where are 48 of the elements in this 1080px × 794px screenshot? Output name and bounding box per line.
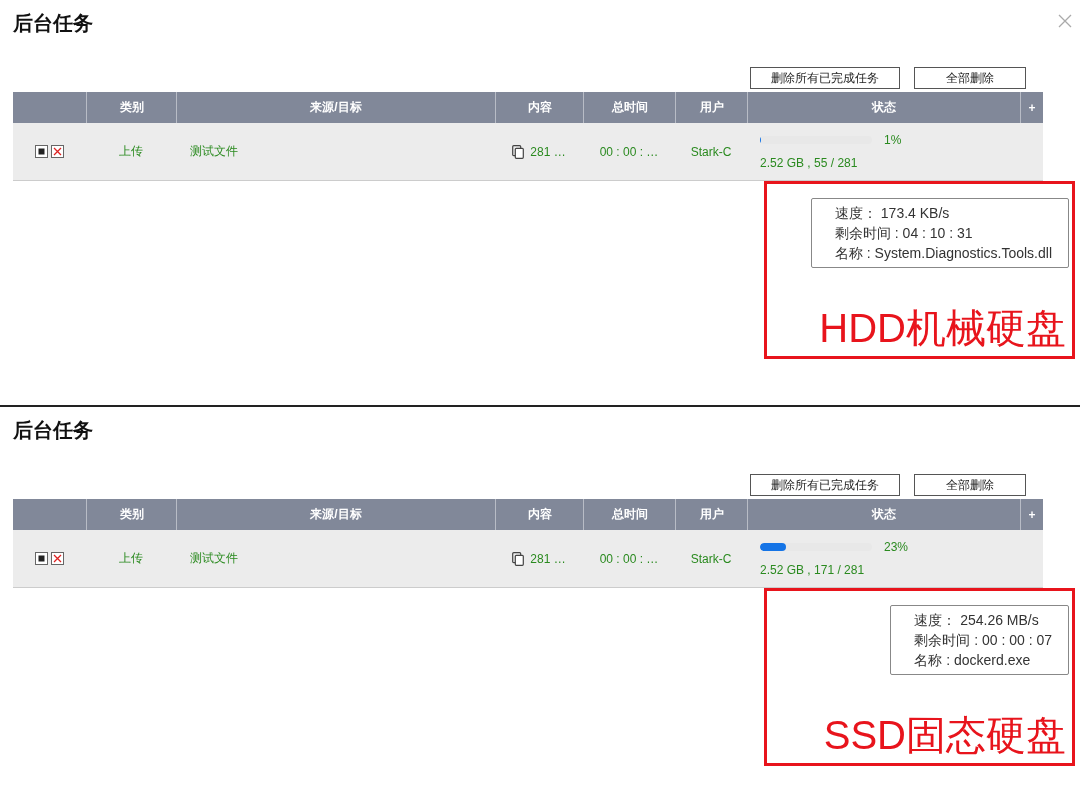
dialog-title: 后台任务 xyxy=(13,418,93,443)
delete-completed-button[interactable]: 删除所有已完成任务 xyxy=(750,67,900,89)
stop-icon[interactable] xyxy=(35,552,48,565)
column-header: 内容 xyxy=(495,499,583,530)
dialog-title: 后台任务 xyxy=(13,11,93,36)
column-header: 总时间 xyxy=(583,499,675,530)
column-header: 状态 xyxy=(747,499,1020,530)
table-cell: 上传 xyxy=(86,123,176,181)
tooltip-line: 剩余时间 : 00 : 00 : 07 xyxy=(914,631,1052,650)
stop-icon[interactable] xyxy=(35,145,48,158)
table-cell: Stark-C xyxy=(675,123,747,181)
column-header: 类别 xyxy=(86,92,176,123)
copy-icon xyxy=(512,551,525,566)
cancel-icon[interactable] xyxy=(51,552,64,565)
annotation-label: HDD机械硬盘 xyxy=(819,305,1067,352)
content-text: 281 … xyxy=(530,144,566,159)
column-header: 总时间 xyxy=(583,92,675,123)
add-column-button[interactable]: + xyxy=(1020,92,1043,123)
column-header: 来源/目标 xyxy=(176,499,495,530)
tooltip-line: 速度： 173.4 KB/s xyxy=(834,204,951,223)
table-cell: 上传 xyxy=(86,530,176,588)
table-cell: Stark-C xyxy=(675,530,747,588)
delete-all-button[interactable]: 全部删除 xyxy=(914,67,1026,89)
column-header: 用户 xyxy=(675,499,747,530)
table-cell: 00 : 00 : … xyxy=(583,123,675,181)
progress-percent: 23% xyxy=(884,540,909,554)
column-header: 来源/目标 xyxy=(176,92,495,123)
content-text: 281 … xyxy=(530,551,566,566)
add-column-button[interactable]: + xyxy=(1020,499,1043,530)
table-cell: 测试文件 xyxy=(176,530,495,588)
cancel-icon[interactable] xyxy=(51,145,64,158)
copy-icon xyxy=(512,144,525,159)
tooltip-line: 速度： 254.26 MB/s xyxy=(914,611,1040,630)
delete-completed-button[interactable]: 删除所有已完成任务 xyxy=(750,474,900,496)
tooltip-line: 剩余时间 : 04 : 10 : 31 xyxy=(834,224,974,243)
column-header: 状态 xyxy=(747,92,1020,123)
column-header: 用户 xyxy=(675,92,747,123)
progress-percent: 1% xyxy=(884,133,902,147)
table-cell: 00 : 00 : … xyxy=(583,530,675,588)
delete-all-button[interactable]: 全部删除 xyxy=(914,474,1026,496)
table-cell: 测试文件 xyxy=(176,123,495,181)
annotation-label: SSD固态硬盘 xyxy=(823,712,1067,759)
column-header: 内容 xyxy=(495,92,583,123)
tooltip-line: 名称 : System.Diagnostics.Tools.dll xyxy=(834,244,1052,263)
column-header: 类别 xyxy=(86,499,176,530)
progress-detail: 2.52 GB , 55 / 281 xyxy=(760,156,858,170)
tooltip-line: 名称 : dockerd.exe xyxy=(914,651,1032,670)
progress-detail: 2.52 GB , 171 / 281 xyxy=(760,563,865,577)
